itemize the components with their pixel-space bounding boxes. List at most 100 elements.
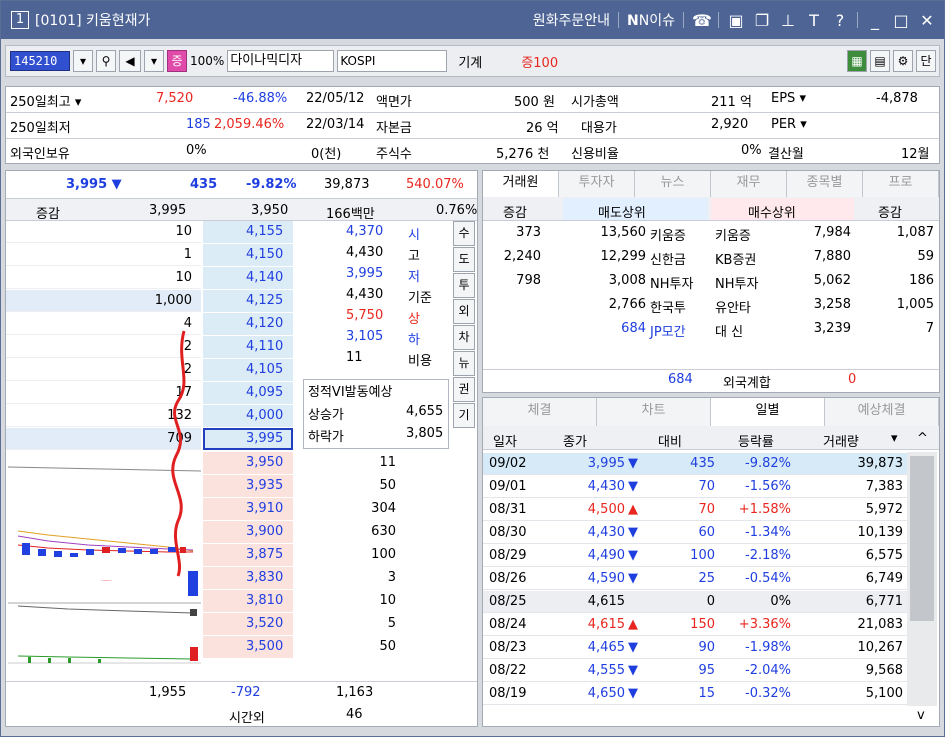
ask-qty: 10 [175,270,192,285]
table-icon[interactable]: ▤ [870,50,890,72]
after-hours-value: 46 [346,707,363,722]
issue-link[interactable]: NN이슈 [627,10,675,30]
broker-tab[interactable]: 뉴스 [635,171,711,197]
broker-buy-name[interactable]: KB증권 [715,249,756,268]
scroll-thumb[interactable] [910,456,934,621]
minimize-icon[interactable]: _ [866,11,884,30]
stock-code-input[interactable]: 145210 [10,51,70,71]
stock-info-grid: 250일최고 ▾ 7,520 -46.88% 22/05/12 액면가 500 … [5,86,940,164]
phone-icon[interactable]: ☎ [692,11,712,30]
daily-rate: 0% [770,594,791,609]
code-dropdown-icon[interactable]: ▾ [73,50,93,72]
broker-buy-qty: 7,880 [813,249,851,264]
tile-icon[interactable]: ▣ [727,11,745,30]
side-button[interactable]: 수 [453,221,475,246]
daily-tab[interactable]: 일별 [711,398,825,426]
vi-up-label: 상승가 [308,408,344,423]
vi-title: 정적VI발동예상 [308,385,393,400]
sound-icon[interactable]: ◀ [119,50,141,72]
daily-tab[interactable]: 체결 [483,398,597,426]
shares-value: 5,276 천 [496,147,550,162]
daily-tab[interactable]: 차트 [597,398,711,426]
broker-tab[interactable]: 거래원 [483,171,559,197]
eps-value: -4,878 [876,91,918,106]
broker-buy-name[interactable]: 대 신 [715,321,743,340]
price-info-value: 5,750 [346,308,384,323]
side-button[interactable]: 외 [453,299,475,324]
side-button[interactable]: 뉴 [453,351,475,376]
app-window: 1 [0101] 키움현재가 원화주문안내 NN이슈 ☎ ▣ ❐ ⊥ T ? _… [0,0,945,737]
price-info-value: 3,105 [346,329,384,344]
pin-icon[interactable]: ⊥ [779,11,797,30]
price-info-value: 4,430 [346,287,384,302]
broker-sell-change: 2,240 [503,249,541,264]
trade-pct: 0.76% [436,203,478,218]
eps-dropdown[interactable]: EPS ▾ [771,91,806,106]
single-button[interactable]: 단 [916,50,936,72]
daily-rate: -9.82% [745,456,791,471]
daily-date: 08/25 [489,594,527,609]
broker-buy-name[interactable]: NH투자 [715,273,758,292]
broker-sell-name[interactable]: 한국투 [650,297,686,316]
sub-price-value: 2,920 [711,117,749,132]
volume: 39,873 [324,177,370,192]
broker-buy-change: 7 [925,321,934,336]
side-button[interactable]: 기 [453,403,475,428]
daily-close: 4,430 [587,479,625,494]
maximize-icon[interactable]: □ [892,11,910,30]
broker-tab[interactable]: 프로 [863,171,939,197]
search-icon[interactable]: ⚲ [96,50,116,72]
broker-sell-qty: 3,008 [608,273,646,288]
daily-tab[interactable]: 예상체결 [825,398,939,426]
price-change: 435 [190,177,218,192]
daily-close: 4,490 [587,548,625,563]
broker-buy-name[interactable]: 유안타 [715,297,751,316]
per-dropdown[interactable]: PER ▾ [771,117,807,132]
side-button[interactable]: 투 [453,273,475,298]
margin-badge: 증 [167,50,187,72]
chart-icon[interactable]: ▦ [847,50,867,72]
daily-column-dropdown-icon[interactable]: ▾ [891,431,898,446]
daily-arrow: ▼ [628,479,638,494]
high250-date: 22/05/12 [306,91,365,106]
daily-volume: 6,749 [865,571,903,586]
bid-qty: 50 [379,639,396,654]
side-button[interactable]: 도 [453,247,475,272]
daily-diff: 435 [690,456,715,471]
font-icon[interactable]: T [805,11,823,30]
broker-tab[interactable]: 종목별 [787,171,863,197]
title-bar: 1 [0101] 키움현재가 원화주문안내 NN이슈 ☎ ▣ ❐ ⊥ T ? _… [1,1,944,39]
side-button[interactable]: 권 [453,377,475,402]
daily-volume: 10,267 [857,640,904,655]
scroll-down-icon[interactable]: v [917,708,925,723]
daily-arrow: ▲ [628,617,638,632]
broker-sell-name[interactable]: 신한금 [650,249,686,268]
krw-order-link[interactable]: 원화주문안내 [533,10,610,30]
low250-value: 185 [186,117,211,132]
broker-sell-name[interactable]: NH투자 [650,273,693,292]
broker-sell-name[interactable]: JP모간 [650,321,686,340]
daily-arrow: ▼ [628,640,638,655]
ask-qty-cell [6,244,201,266]
side-button[interactable]: 차 [453,325,475,350]
broker-buy-name[interactable]: 키움증 [715,225,751,244]
daily-rate: -1.34% [745,525,791,540]
broker-sell-name[interactable]: 키움증 [650,225,686,244]
high250-label[interactable]: 250일최고 ▾ [10,91,81,110]
close-icon[interactable]: ✕ [918,11,936,30]
daily-diff: 70 [698,479,715,494]
help-icon[interactable]: ? [831,11,849,30]
daily-volume: 9,568 [865,663,903,678]
daily-close: 4,555 [587,663,625,678]
window-icon[interactable]: ❐ [753,11,771,30]
scroll-up-icon[interactable]: ^ [917,431,928,446]
broker-tab[interactable]: 투자자 [559,171,635,197]
bid-price: 3,875 [246,547,284,562]
daily-diff: 15 [698,686,715,701]
price-info-label: 하 [408,333,420,348]
bid-qty: 630 [371,524,396,539]
gear-icon[interactable]: ⚙ [893,50,913,72]
sound-dropdown-icon[interactable]: ▾ [144,50,164,72]
broker-tab[interactable]: 재무 [711,171,787,197]
daily-hdr-rate: 등락률 [738,435,774,450]
